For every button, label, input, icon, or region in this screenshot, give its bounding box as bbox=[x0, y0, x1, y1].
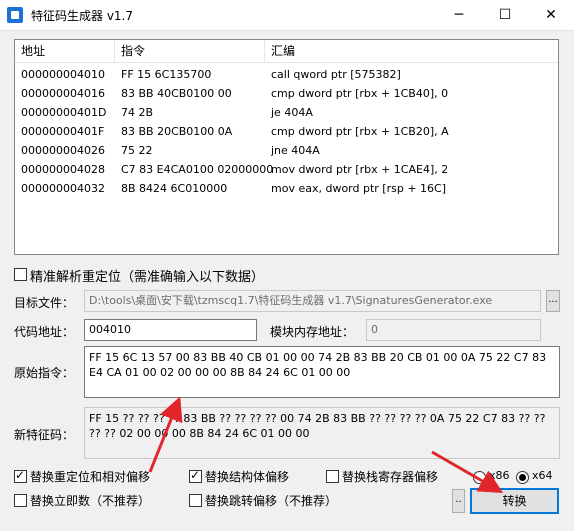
module-base-input[interactable]: 0 bbox=[366, 319, 541, 341]
replace-struct-checkbox[interactable] bbox=[189, 468, 202, 483]
cell-assembly: cmp dword ptr [rbx + 1CB20], A bbox=[271, 125, 449, 138]
code-address-input[interactable]: 004010 bbox=[84, 319, 257, 341]
close-icon[interactable]: ✕ bbox=[528, 0, 574, 30]
cell-instruction: 74 2B bbox=[121, 106, 154, 119]
cell-instruction: 83 BB 40CB0100 00 bbox=[121, 87, 232, 100]
table-header: 地址 指令 汇编 bbox=[15, 40, 558, 63]
cell-address: 000000004032 bbox=[21, 182, 105, 195]
convert-button[interactable]: 转换 bbox=[470, 488, 559, 514]
target-file-field[interactable]: D:\tools\桌面\安下载\tzmscq1.7\特征码生成器 v1.7\Si… bbox=[84, 290, 541, 312]
cell-assembly: call qword ptr [575382] bbox=[271, 68, 401, 81]
precise-reloc-label: 精准解析重定位（需准确输入以下数据） bbox=[30, 270, 265, 285]
x86-radio[interactable] bbox=[473, 471, 486, 484]
replace-imm-label: 替换立即数（不推荐） bbox=[30, 494, 151, 508]
code-address-label: 代码地址： bbox=[14, 325, 75, 339]
cell-assembly: je 404A bbox=[271, 106, 313, 119]
cell-assembly: jne 404A bbox=[271, 144, 320, 157]
module-base-label: 模块内存地址： bbox=[270, 325, 355, 339]
replace-jump-checkbox[interactable] bbox=[189, 494, 202, 507]
x86-label: x86 bbox=[489, 469, 510, 482]
replace-jump-label: 替换跳转偏移（不推荐） bbox=[205, 494, 338, 508]
cell-address: 000000004028 bbox=[21, 163, 105, 176]
cell-assembly: cmp dword ptr [rbx + 1CB40], 0 bbox=[271, 87, 449, 100]
disassembly-table[interactable]: 地址 指令 汇编 000000004010 FF 15 6C135700 call … bbox=[14, 39, 559, 255]
cell-instruction: FF 15 6C135700 bbox=[121, 68, 212, 81]
cell-assembly: mov eax, dword ptr [rsp + 16C] bbox=[271, 182, 447, 195]
cell-instruction: 83 BB 20CB0100 0A bbox=[121, 125, 233, 138]
title-bar: 特征码生成器 v1.7 ─ ☐ ✕ bbox=[0, 0, 574, 31]
replace-stack-label: 替换栈寄存器偏移 bbox=[342, 470, 439, 484]
cell-address: 000000004010 bbox=[21, 68, 105, 81]
x64-label: x64 bbox=[532, 469, 553, 482]
table-row[interactable]: 000000004010 FF 15 6C135700 call qword ptr… bbox=[15, 65, 558, 84]
column-header-assembly[interactable]: 汇编 bbox=[265, 40, 558, 62]
table-row[interactable]: 000000004026 75 22 jne 404A bbox=[15, 141, 558, 160]
cell-assembly: mov dword ptr [rbx + 1CAE4], 2 bbox=[271, 163, 449, 176]
cell-instruction: 8B 8424 6C010000 bbox=[121, 182, 228, 195]
replace-reloc-checkbox[interactable] bbox=[14, 468, 27, 483]
minimize-icon[interactable]: ─ bbox=[436, 0, 482, 30]
replace-imm-checkbox[interactable] bbox=[14, 494, 27, 507]
cell-instruction: C7 83 E4CA0100 02000000 bbox=[121, 163, 274, 176]
new-signature-label: 新特征码： bbox=[14, 428, 75, 442]
replace-stack-checkbox[interactable] bbox=[326, 470, 339, 483]
browse-button[interactable]: ... bbox=[546, 290, 560, 312]
precise-reloc-checkbox[interactable] bbox=[14, 268, 27, 281]
cell-address: 00000000401F bbox=[21, 125, 105, 138]
original-label: 原始指令： bbox=[14, 366, 75, 380]
table-row[interactable]: 00000000401F 83 BB 20CB0100 0A cmp dword p… bbox=[15, 122, 558, 141]
table-row[interactable]: 00000000401D 74 2B je 404A bbox=[15, 103, 558, 122]
new-signature-textarea[interactable]: FF 15 ?? ?? ?? ?? 83 BB ?? ?? ?? ?? 00 7… bbox=[84, 407, 560, 459]
cell-instruction: 75 22 bbox=[121, 144, 153, 157]
column-header-instruction[interactable]: 指令 bbox=[115, 40, 265, 62]
window-title: 特征码生成器 v1.7 bbox=[31, 9, 134, 23]
table-row[interactable]: 000000004016 83 BB 40CB0100 00 cmp dword p… bbox=[15, 84, 558, 103]
replace-reloc-label: 替换重定位和相对偏移 bbox=[30, 470, 151, 484]
table-row[interactable]: 000000004028 C7 83 E4CA0100 02000000 mov d… bbox=[15, 160, 558, 179]
cell-address: 00000000401D bbox=[21, 106, 107, 119]
replace-struct-label: 替换结构体偏移 bbox=[205, 470, 290, 484]
maximize-icon[interactable]: ☐ bbox=[482, 0, 528, 30]
column-header-address[interactable]: 地址 bbox=[15, 40, 115, 62]
cell-address: 000000004026 bbox=[21, 144, 105, 157]
x64-radio[interactable] bbox=[516, 471, 529, 484]
cell-address: 000000004016 bbox=[21, 87, 105, 100]
small-options-button[interactable]: .. bbox=[452, 489, 465, 513]
target-file-label: 目标文件： bbox=[14, 296, 75, 310]
table-row[interactable]: 000000004032 8B 8424 6C010000 mov eax, dwo… bbox=[15, 179, 558, 198]
app-icon bbox=[7, 7, 23, 23]
original-instructions-textarea[interactable]: FF 15 6C 13 57 00 83 BB 40 CB 01 00 00 7… bbox=[84, 346, 560, 398]
